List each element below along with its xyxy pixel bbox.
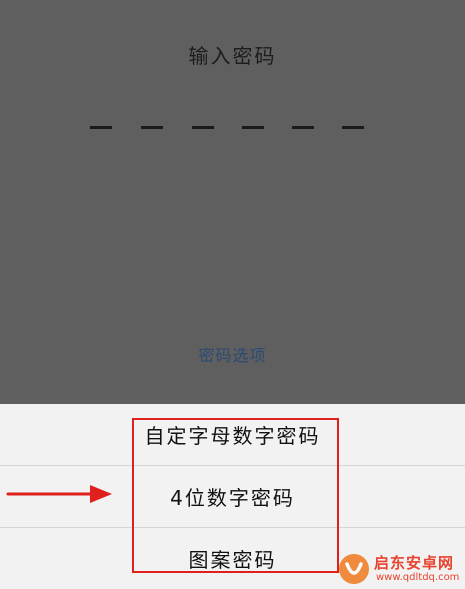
page-title: 输入密码 xyxy=(188,44,277,68)
option-pattern[interactable]: 图案密码 xyxy=(0,528,465,589)
option-custom-alphanumeric[interactable]: 自定字母数字密码 xyxy=(0,404,465,465)
passcode-slot xyxy=(342,126,364,129)
password-type-sheet: 自定字母数字密码 4位数字密码 图案密码 xyxy=(0,404,465,589)
option-label: 4位数字密码 xyxy=(170,486,295,510)
lock-screen-overlay: 输入密码 密码选项 xyxy=(0,0,465,404)
passcode-slot xyxy=(242,126,264,129)
passcode-slot xyxy=(192,126,214,129)
passcode-slot xyxy=(292,126,314,129)
password-options-link[interactable]: 密码选项 xyxy=(0,342,465,366)
passcode-slot xyxy=(141,126,163,129)
passcode-slot xyxy=(90,126,112,129)
option-4-digit-numeric[interactable]: 4位数字密码 xyxy=(0,466,465,527)
passcode-field[interactable] xyxy=(90,126,370,130)
option-label: 自定字母数字密码 xyxy=(144,424,321,448)
option-label: 图案密码 xyxy=(188,548,277,572)
